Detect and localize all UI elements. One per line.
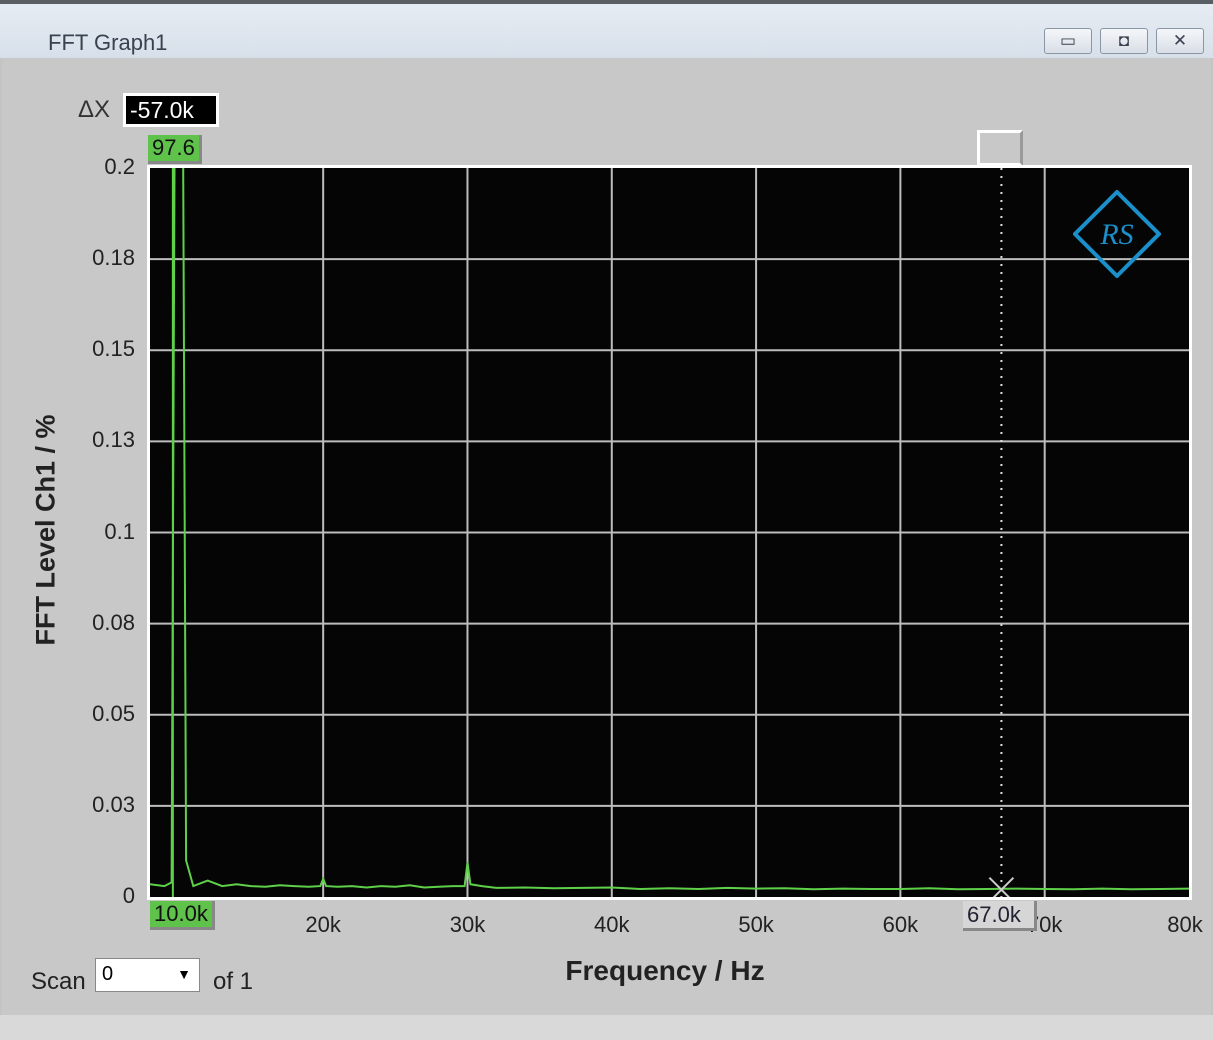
y-tick-label: 0 (122, 883, 135, 908)
rohde-schwarz-logo-icon: RS (1072, 189, 1162, 283)
window-title: FFT Graph1 (48, 30, 168, 55)
scan-select[interactable]: 0 ▼ (95, 958, 200, 992)
delta-x-label: ΔX (78, 96, 111, 123)
cursor2-x-value[interactable]: 67.0k (963, 901, 1037, 931)
scan-value: 0 (102, 963, 114, 985)
x-tick-label: 80k (1167, 912, 1203, 937)
fft-plot[interactable] (150, 168, 1189, 897)
restore-button[interactable]: ◘ (1100, 28, 1148, 54)
svg-text:RS: RS (1099, 218, 1133, 251)
x-tick-label: 30k (449, 912, 486, 937)
y-tick-label: 0.2 (104, 154, 135, 179)
x-tick-label: 50k (738, 912, 774, 937)
close-button[interactable]: ✕ (1156, 28, 1204, 54)
scan-label: Scan (31, 968, 86, 995)
y-axis-label: FFT Level Ch1 / % (30, 414, 61, 646)
scan-of-label: of 1 (213, 968, 254, 995)
delta-x-value: -57.0k (123, 93, 219, 127)
cursor2-handle[interactable] (977, 130, 1023, 166)
y-tick-label: 0.03 (92, 791, 135, 817)
bottom-strip (0, 1015, 1213, 1040)
y-tick-label: 0.18 (92, 245, 135, 271)
y-tick-label: 0.05 (92, 700, 135, 726)
cursor1-y-value[interactable]: 97.6 (148, 135, 202, 164)
x-tick-label: 60k (882, 912, 919, 937)
cursor1-x-value[interactable]: 10.0k (150, 901, 215, 930)
title-bar[interactable]: FFT Graph1 ▭ ◘ ✕ (0, 4, 1213, 58)
x-tick-label: 20k (305, 912, 341, 937)
y-tick-label: 0.15 (92, 336, 135, 362)
minimize-button[interactable]: ▭ (1044, 28, 1092, 54)
x-axis-label: Frequency / Hz (565, 955, 765, 986)
chevron-down-icon: ▼ (177, 966, 191, 982)
x-tick-label: 40k (594, 912, 630, 937)
